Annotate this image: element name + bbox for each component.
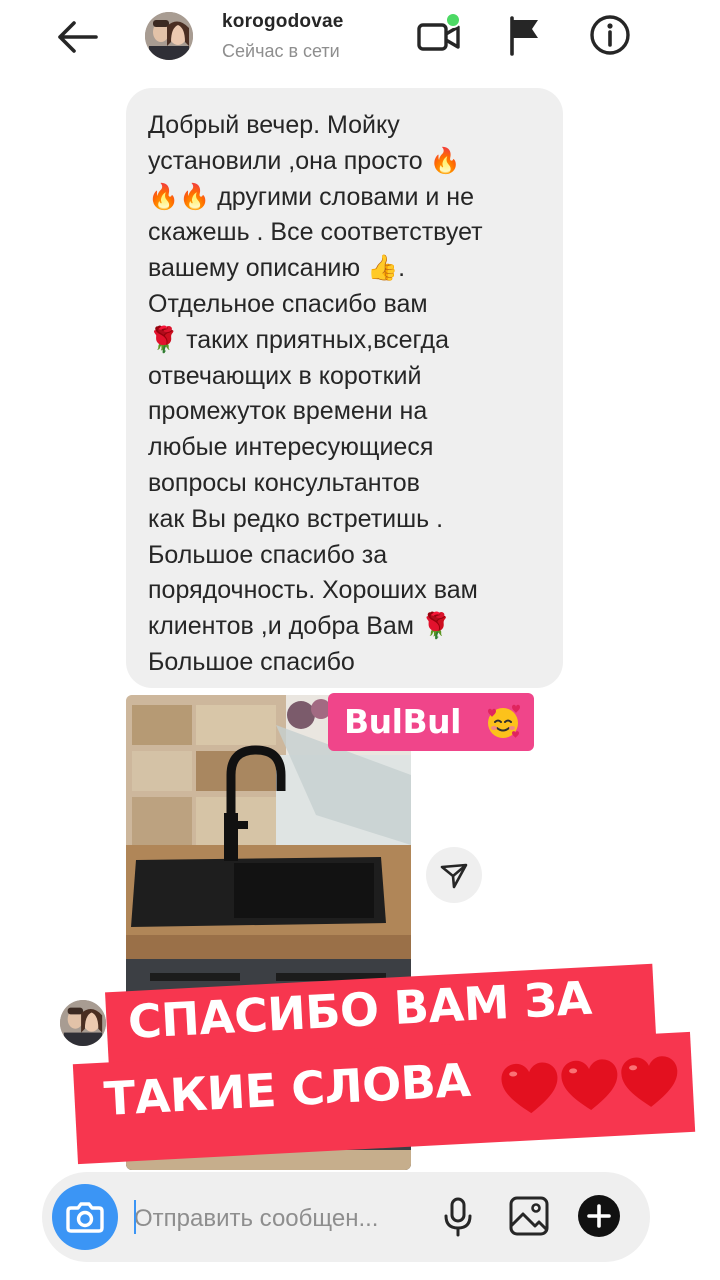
message-input[interactable] [134,1199,424,1239]
back-arrow-icon[interactable] [50,14,102,60]
info-icon[interactable] [585,12,635,58]
message-bubble[interactable]: Добрый вечер. Мойку установили ,она прос… [126,88,563,688]
user-avatar[interactable] [145,12,193,60]
sticker-text: BulBul [344,702,461,741]
add-icon[interactable] [576,1193,622,1239]
gallery-icon[interactable] [506,1193,552,1239]
video-call-icon[interactable] [414,12,464,58]
text-cursor [134,1200,136,1234]
microphone-icon[interactable] [435,1194,481,1240]
share-icon[interactable] [426,847,482,903]
message-text: Добрый вечер. Мойку установили ,она прос… [148,111,483,676]
flag-icon[interactable] [500,12,550,58]
chat-header: korogodovae Сейчас в сети [0,0,720,80]
red-heart-icon [499,1053,682,1120]
smiling-face-with-hearts-icon [484,703,522,741]
online-status: Сейчас в сети [222,41,340,61]
bulbul-sticker: BulBul [328,693,534,751]
chat-username[interactable]: korogodovae [222,11,344,33]
sender-avatar[interactable] [60,1000,106,1046]
camera-icon[interactable] [52,1184,118,1250]
